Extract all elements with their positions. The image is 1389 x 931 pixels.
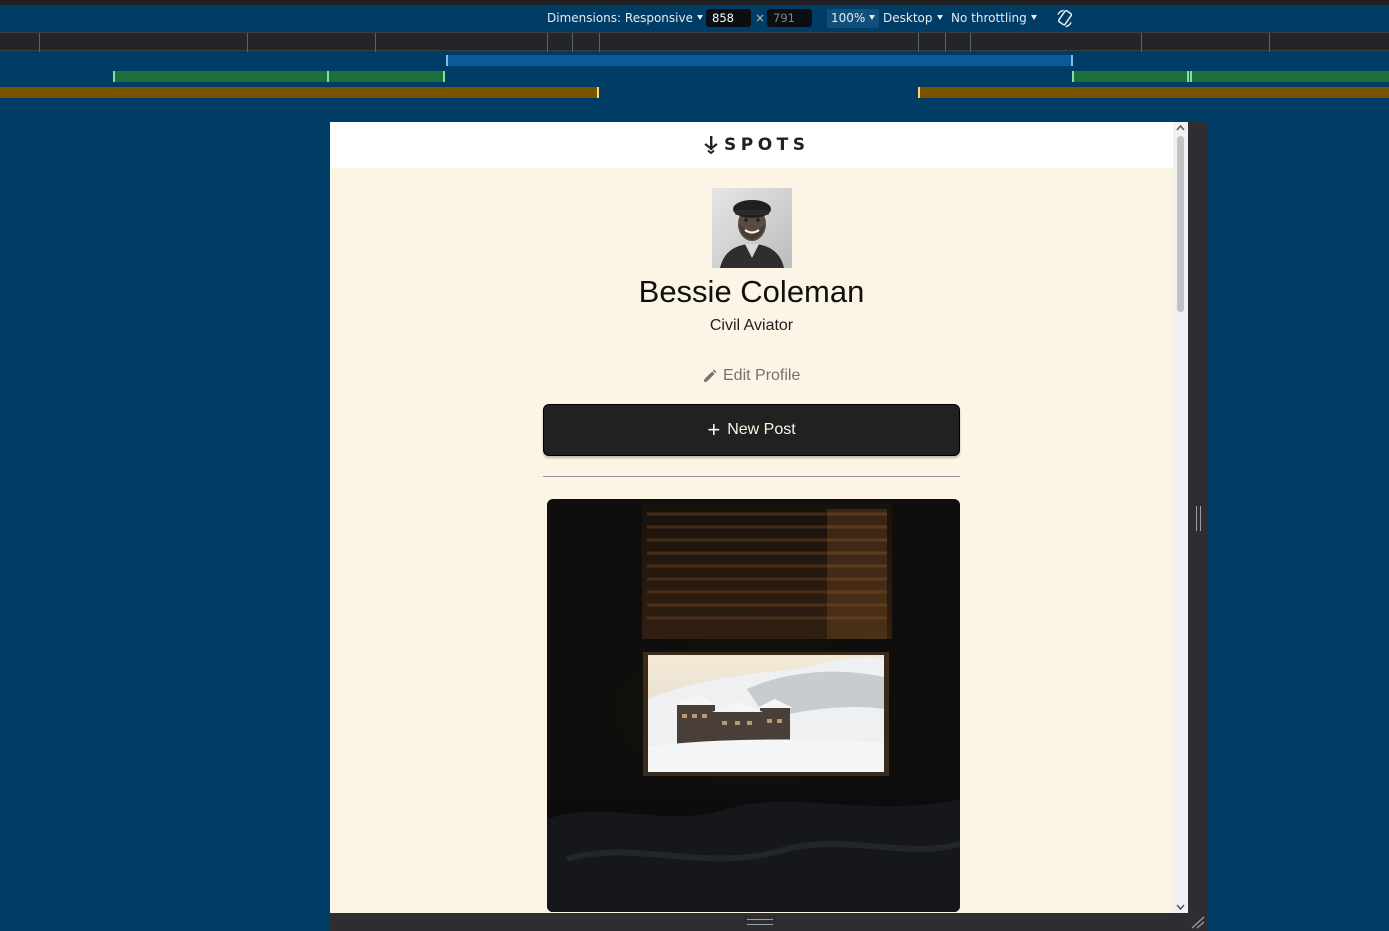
media-query-bar-min-max-right[interactable] xyxy=(1073,71,1389,82)
device-type-label: Desktop xyxy=(883,11,933,25)
plus-icon: + xyxy=(707,417,721,442)
rotate-icon[interactable] xyxy=(1055,9,1074,28)
drag-grip-icon xyxy=(747,919,773,925)
profile-description: Civil Aviator xyxy=(709,317,794,334)
resize-handle-bottom[interactable] xyxy=(330,913,1208,931)
caret-down-icon xyxy=(936,15,943,20)
zoom-dropdown[interactable]: 100% xyxy=(827,9,880,28)
resize-corner-icon[interactable] xyxy=(1190,915,1206,929)
breakpoint-ruler[interactable] xyxy=(0,32,1389,52)
scroll-down-icon[interactable] xyxy=(1176,903,1185,911)
throttling-dropdown[interactable]: No throttling xyxy=(951,5,1037,32)
ruler-tick xyxy=(547,33,548,52)
height-input[interactable]: 791 xyxy=(767,9,812,27)
media-query-marker xyxy=(113,71,115,82)
media-query-marker xyxy=(1187,71,1189,82)
ruler-tick xyxy=(572,33,573,52)
post-card-image[interactable] xyxy=(547,499,960,912)
media-query-marker xyxy=(1071,55,1073,66)
media-query-bar-min-width-left[interactable] xyxy=(0,87,598,98)
caret-down-icon xyxy=(1030,15,1037,20)
ruler-tick xyxy=(599,33,600,52)
scroll-up-icon[interactable] xyxy=(1176,124,1185,132)
scrollbar-thumb[interactable] xyxy=(1177,136,1184,312)
edit-profile-button[interactable]: Edit Profile xyxy=(702,365,800,387)
device-toolbar: Dimensions: Responsive 858 × 791 100% De… xyxy=(0,5,1389,32)
device-type-dropdown[interactable]: Desktop xyxy=(883,5,943,32)
drag-grip-icon xyxy=(1196,506,1201,531)
media-query-marker xyxy=(918,87,920,98)
media-query-marker xyxy=(1072,71,1074,82)
media-query-marker xyxy=(446,55,448,66)
ruler-tick xyxy=(970,33,971,52)
caret-down-icon xyxy=(696,15,703,20)
ruler-tick xyxy=(945,33,946,52)
resize-handle-right[interactable] xyxy=(1188,122,1208,913)
edit-profile-label: Edit Profile xyxy=(723,367,801,384)
throttling-label: No throttling xyxy=(951,11,1027,25)
ruler-tick xyxy=(918,33,919,52)
dimensions-label: Dimensions: Responsive xyxy=(547,11,693,25)
media-query-bar-max-width[interactable] xyxy=(447,55,1072,66)
new-post-button[interactable]: + New Post xyxy=(543,404,960,456)
media-query-bar-min-width-right[interactable] xyxy=(919,87,1389,98)
caret-down-icon xyxy=(869,15,876,20)
media-query-bar-min-max-left[interactable] xyxy=(114,71,444,82)
page-scrollbar[interactable] xyxy=(1173,122,1188,913)
pencil-icon xyxy=(703,369,717,382)
ruler-tick xyxy=(1269,33,1270,52)
new-post-label: New Post xyxy=(727,421,796,438)
logo-text: SPOTS xyxy=(724,135,810,155)
media-query-marker xyxy=(1190,71,1192,82)
width-input[interactable]: 858 xyxy=(706,9,751,27)
device-viewport[interactable]: SPOTS Bessie Coleman Civil Aviator Edit … xyxy=(330,122,1188,913)
ruler-tick xyxy=(375,33,376,52)
ruler-tick xyxy=(1141,33,1142,52)
section-divider xyxy=(543,476,960,477)
dimensions-dropdown[interactable]: Dimensions: Responsive xyxy=(547,5,703,32)
profile-name: Bessie Coleman xyxy=(638,274,865,309)
spots-logo[interactable]: SPOTS xyxy=(704,134,810,156)
page-header: SPOTS xyxy=(330,122,1173,168)
dimension-separator: × xyxy=(755,11,766,25)
media-query-marker xyxy=(327,71,329,82)
media-query-marker xyxy=(443,71,445,82)
profile-avatar xyxy=(712,188,792,268)
plane-logo-icon xyxy=(704,136,718,154)
media-query-marker xyxy=(597,87,599,98)
zoom-label: 100% xyxy=(831,11,866,25)
ruler-tick xyxy=(39,33,40,52)
ruler-tick xyxy=(247,33,248,52)
